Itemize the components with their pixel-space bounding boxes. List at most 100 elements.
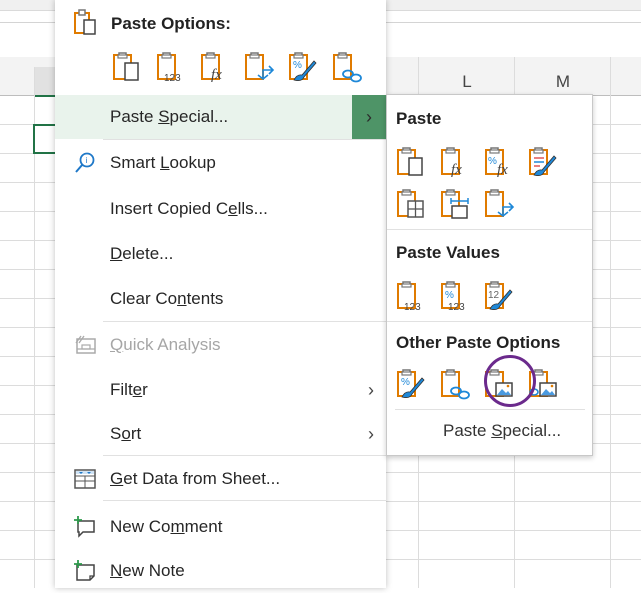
menu-item-label: Smart Lookup [110, 153, 216, 172]
selected-column-header[interactable] [34, 67, 56, 97]
paste-link-button[interactable] [439, 367, 473, 403]
paste-values-number-formatting-icon: % 123 [440, 278, 472, 317]
paste-formulas-number-formatting-button[interactable]: % fx [483, 145, 517, 181]
new-note-icon [73, 559, 97, 583]
paste-values-button[interactable]: 123 [155, 50, 189, 86]
chevron-right-icon: › [368, 423, 374, 444]
separator [387, 229, 592, 230]
menu-item-label: Paste Special... [110, 107, 229, 126]
paste-keep-source-formatting-button[interactable] [527, 145, 561, 181]
menu-item-insert-copied-cells[interactable]: Insert Copied Cells... [55, 187, 386, 231]
paste-keep-column-widths-button[interactable] [439, 187, 473, 223]
svg-text:123: 123 [164, 73, 181, 83]
paste-formatting-button[interactable]: % [395, 367, 429, 403]
menu-item-label: Filter [110, 380, 148, 399]
paste-linked-picture-icon [528, 366, 560, 405]
paste-icon [396, 144, 428, 183]
grid-column-line [610, 57, 611, 588]
paste-formatting-icon: % [396, 366, 428, 405]
paste-options-icon [74, 8, 98, 41]
paste-picture-icon [484, 366, 516, 405]
menu-item-label: Delete... [110, 244, 174, 263]
chevron-right-icon[interactable]: › [352, 95, 386, 139]
paste-special-submenu: Paste fx% fx Paste Values 123% 123 12 Other… [386, 94, 593, 456]
separator [103, 455, 386, 456]
paste-keep-column-widths-icon [440, 186, 472, 225]
paste-transpose-button[interactable] [243, 50, 277, 86]
paste-options-title: Paste Options: [111, 14, 231, 33]
svg-text:123: 123 [404, 302, 421, 312]
paste-icon [112, 49, 144, 88]
separator [103, 321, 386, 322]
menu-item-smart-lookup[interactable]: i Smart Lookup [55, 141, 386, 185]
menu-item-label: Sort [110, 424, 142, 443]
svg-text:fx: fx [211, 67, 222, 83]
menu-item-label: Insert Copied Cells... [110, 199, 268, 218]
menu-item-label: Get Data from Sheet... [110, 469, 281, 488]
paste-no-borders-button[interactable] [395, 187, 429, 223]
paste-keep-source-formatting-icon [528, 144, 560, 183]
paste-formulas-icon: fx [440, 144, 472, 183]
paste-values-source-formatting-button[interactable]: 12 [483, 279, 517, 315]
paste-formulas-button[interactable]: fx [439, 145, 473, 181]
menu-item-label: New Comment [110, 517, 223, 536]
paste-values-source-formatting-icon: 12 [484, 278, 516, 317]
menu-item-new-note[interactable]: New Note [55, 549, 386, 593]
paste-link-button[interactable] [331, 50, 365, 86]
svg-text:%: % [401, 377, 410, 388]
paste-no-borders-icon [396, 186, 428, 225]
menu-item-delete[interactable]: Delete... [55, 232, 386, 276]
svg-text:123: 123 [448, 302, 465, 312]
menu-item-quick-analysis: Quick Analysis [55, 323, 386, 367]
paste-formatting-icon: % [288, 49, 320, 88]
menu-item-clear-contents[interactable]: Clear Contents [55, 277, 386, 321]
svg-text:i: i [86, 156, 88, 165]
separator [103, 500, 386, 501]
separator [395, 409, 585, 410]
submenu-paste-values-title: Paste Values [396, 243, 500, 262]
submenu-paste-special-link[interactable]: Paste Special... [443, 421, 561, 441]
svg-text:%: % [445, 290, 454, 301]
menu-item-filter[interactable]: Filter › [55, 368, 386, 412]
paste-values-number-formatting-button[interactable]: % 123 [439, 279, 473, 315]
chevron-right-icon: › [368, 379, 374, 400]
paste-values-icon: 123 [396, 278, 428, 317]
get-data-icon [73, 467, 97, 491]
svg-text:fx: fx [497, 162, 508, 178]
paste-button[interactable] [395, 145, 429, 181]
separator [387, 321, 592, 322]
paste-button[interactable] [111, 50, 145, 86]
menu-item-get-data-from-sheet[interactable]: Get Data from Sheet... [55, 457, 386, 501]
svg-text:fx: fx [451, 162, 462, 178]
paste-formatting-button[interactable]: % [287, 50, 321, 86]
column-header-l[interactable]: L [419, 57, 515, 95]
new-comment-icon [73, 515, 97, 539]
context-menu: Paste Options: 123 fx% Paste Special... › i… [55, 0, 386, 588]
menu-item-label: New Note [110, 561, 185, 580]
paste-picture-button[interactable] [483, 367, 517, 403]
svg-text:12: 12 [488, 290, 500, 301]
menu-item-label: Quick Analysis [110, 335, 221, 354]
quick-analysis-icon [73, 333, 97, 357]
paste-values-icon: 123 [156, 49, 188, 88]
paste-transpose-icon [244, 49, 276, 88]
menu-item-paste-special[interactable]: Paste Special... › [55, 95, 386, 139]
paste-options-row: 123 fx% [111, 50, 365, 86]
smart-lookup-icon: i [73, 151, 97, 175]
column-header-m[interactable]: M [515, 57, 611, 95]
menu-item-label: Clear Contents [110, 289, 224, 308]
separator [103, 139, 386, 140]
menu-item-new-comment[interactable]: New Comment [55, 505, 386, 549]
svg-text:%: % [488, 156, 497, 167]
paste-formulas-icon: fx [200, 49, 232, 88]
submenu-other-title: Other Paste Options [396, 333, 561, 352]
svg-text:%: % [293, 60, 302, 71]
paste-linked-picture-button[interactable] [527, 367, 561, 403]
paste-transpose-button[interactable] [483, 187, 517, 223]
paste-formulas-number-formatting-icon: % fx [484, 144, 516, 183]
paste-formulas-button[interactable]: fx [199, 50, 233, 86]
paste-link-icon [332, 49, 364, 88]
paste-values-button[interactable]: 123 [395, 279, 429, 315]
paste-transpose-icon [484, 186, 516, 225]
menu-item-sort[interactable]: Sort › [55, 412, 386, 456]
